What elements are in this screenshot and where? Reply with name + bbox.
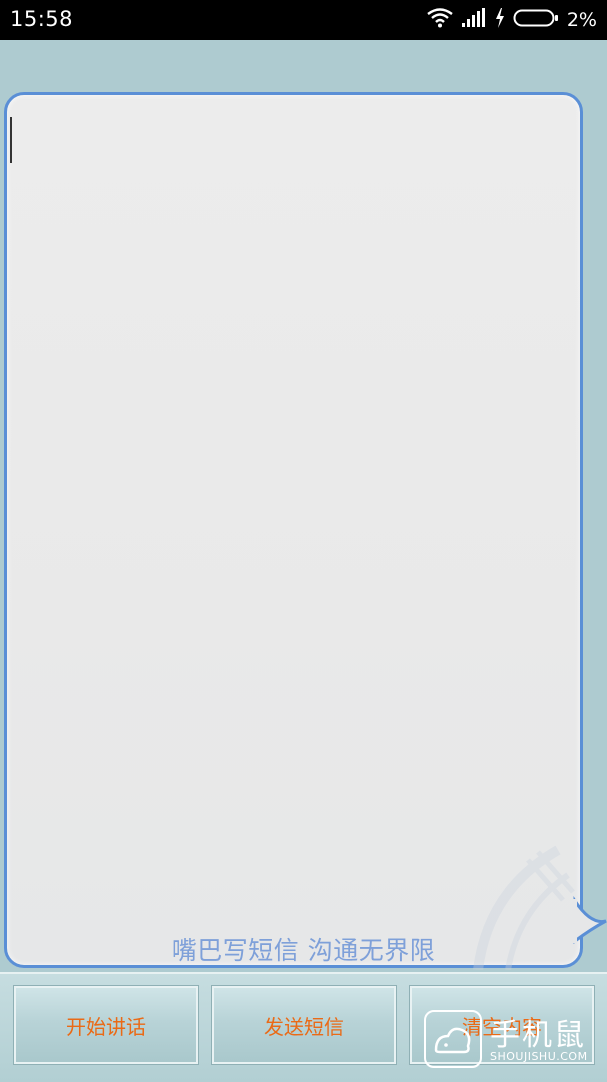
- message-area: 嘴巴写短信 沟通无界限: [0, 85, 607, 975]
- charging-icon: [495, 8, 505, 32]
- start-speaking-button[interactable]: 开始讲话: [13, 985, 199, 1065]
- status-icons: 2%: [427, 8, 597, 32]
- send-sms-label: 发送短信: [264, 1014, 344, 1039]
- clear-content-label: 清空内容: [462, 1014, 542, 1039]
- status-time: 15:58: [10, 7, 74, 31]
- wifi-icon: [427, 8, 453, 32]
- send-sms-button[interactable]: 发送短信: [211, 985, 397, 1065]
- signal-icon: [461, 8, 487, 32]
- battery-icon: [513, 8, 559, 32]
- slogan-text: 嘴巴写短信 沟通无界限: [171, 936, 436, 965]
- start-speaking-label: 开始讲话: [66, 1014, 146, 1039]
- bottom-toolbar: 开始讲话 发送短信 清空内容: [0, 972, 607, 1082]
- status-bar: 15:58 2%: [0, 0, 607, 40]
- clear-content-button[interactable]: 清空内容: [409, 985, 595, 1065]
- text-cursor: [10, 117, 12, 163]
- battery-percent: 2%: [566, 9, 597, 31]
